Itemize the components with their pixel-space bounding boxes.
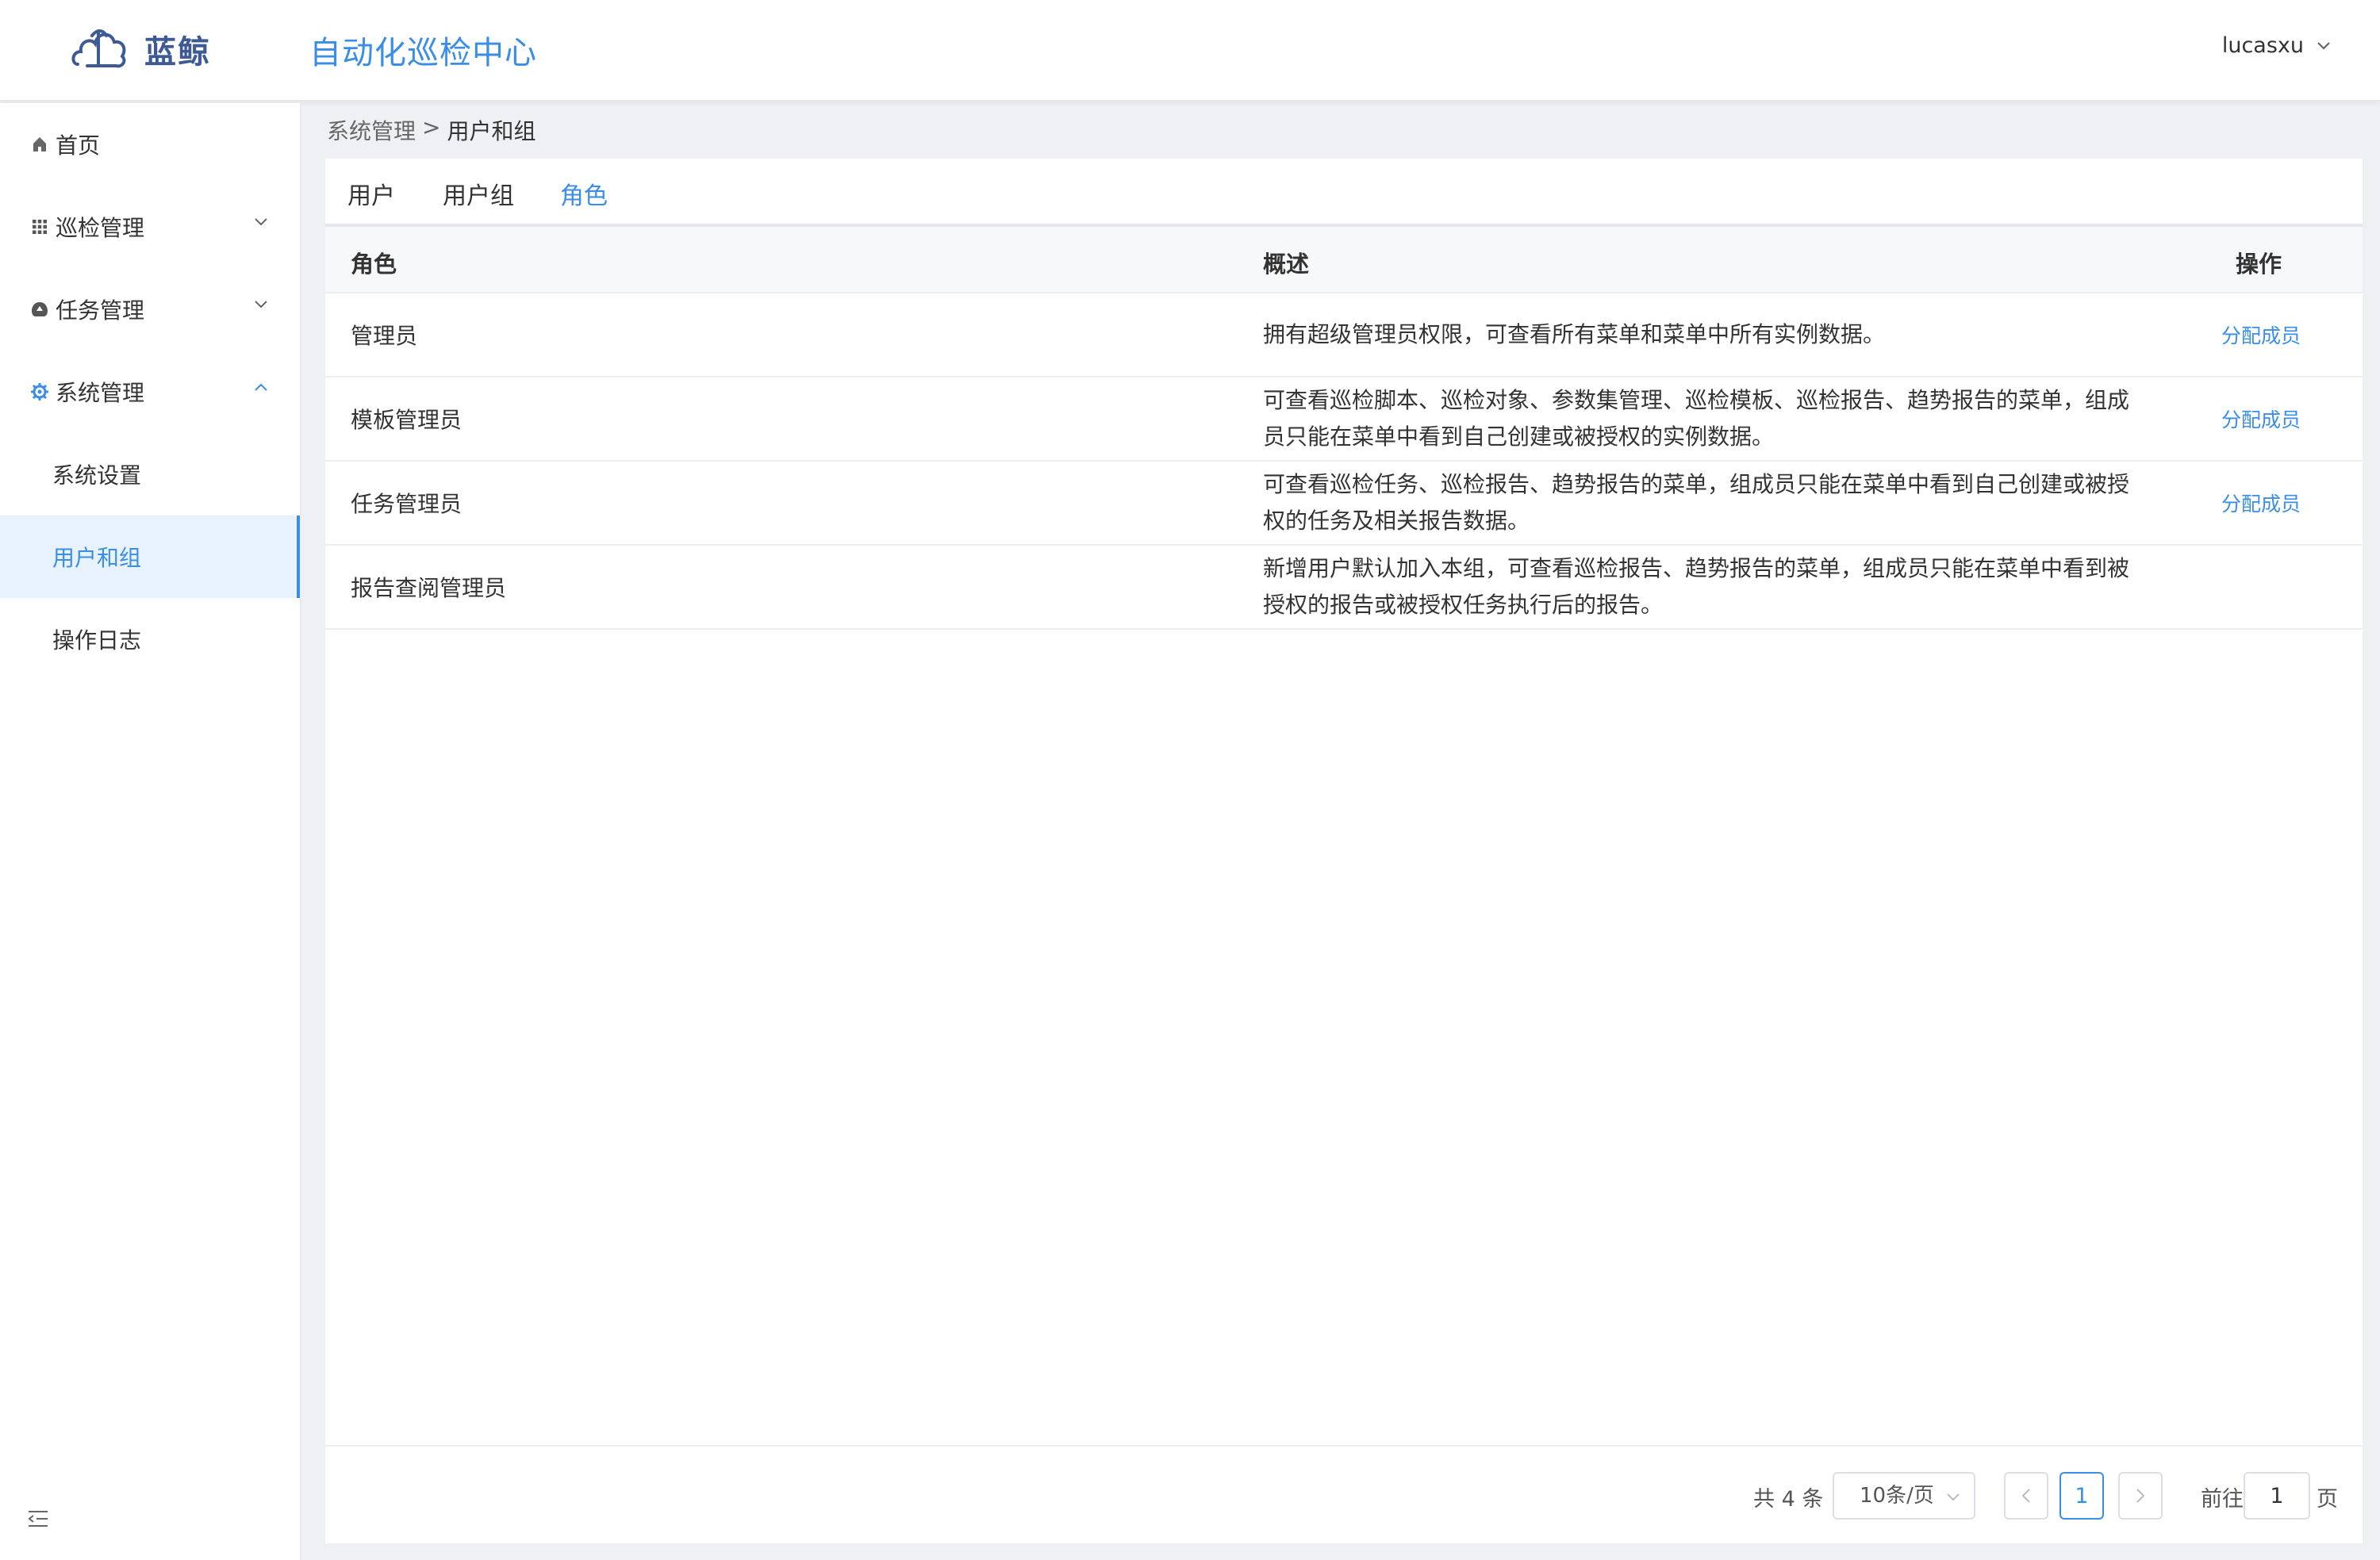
sidebar-collapse-button[interactable] [27,1509,49,1531]
sidebar: 首页 巡检管理 任务管理 系统管理 系统设置 用户和组 操作日志 [0,103,301,1560]
sidebar-item-inspection[interactable]: 巡检管理 [0,186,300,268]
chevron-right-icon [2136,1489,2145,1503]
task-icon [30,300,49,319]
chevron-down-icon [255,218,267,226]
page-unit-label: 页 [2317,1487,2338,1512]
chevron-down-icon [255,301,267,309]
breadcrumb-separator: > [422,114,441,140]
tab-users[interactable]: 用户 [347,176,395,230]
role-description: 可查看巡检脚本、巡检对象、参数集管理、巡检模板、巡检报告、趋势报告的菜单，组成员… [1263,387,2130,450]
role-name: 任务管理员 [351,491,463,517]
page-size-value: 10条/页 [1860,1484,1934,1508]
breadcrumb-current: 用户和组 [447,118,536,144]
pagination: 共 4 条 10条/页 1 前往 页 [325,1445,2363,1543]
collapse-menu-icon [28,1511,48,1527]
goto-page-input[interactable] [2244,1472,2310,1520]
username: lucasxu [2221,33,2304,58]
assign-members-link[interactable]: 分配成员 [2221,320,2301,349]
pagination-total: 共 4 条 [1753,1487,1824,1512]
app-title: 自动化巡检中心 [309,35,537,71]
breadcrumb-parent[interactable]: 系统管理 [327,114,416,146]
sidebar-subitem-operation-log[interactable]: 操作日志 [0,598,300,680]
column-header-description: 概述 [1263,251,1310,278]
next-page-button[interactable] [2118,1472,2163,1520]
tab-user-groups[interactable]: 用户组 [443,176,514,230]
role-name: 模板管理员 [351,407,463,433]
sidebar-item-label: 系统管理 [56,380,145,406]
goto-label: 前往 [2201,1487,2244,1512]
table-row: 报告查阅管理员 新增用户默认加入本组，可查看巡检报告、趋势报告的菜单，组成员只能… [325,546,2363,630]
sidebar-subitem-system-settings[interactable]: 系统设置 [0,433,300,516]
sidebar-item-label: 任务管理 [56,297,145,324]
sidebar-item-home[interactable]: 首页 [0,103,300,186]
sidebar-item-task[interactable]: 任务管理 [0,268,300,351]
chevron-up-icon [255,383,267,391]
prev-page-button[interactable] [2004,1472,2048,1520]
table-row: 管理员 拥有超级管理员权限，可查看所有菜单和菜单中所有实例数据。 分配成员 [325,293,2363,378]
role-description: 新增用户默认加入本组，可查看巡检报告、趋势报告的菜单，组成员只能在菜单中看到被授… [1263,555,2130,618]
sidebar-item-label: 巡检管理 [56,215,145,241]
chevron-down-icon [2317,41,2330,50]
gear-icon [30,382,49,401]
chevron-down-icon [1947,1493,1960,1501]
sidebar-subitem-label: 系统设置 [52,462,142,489]
roles-table: 角色 概述 操作 管理员 拥有超级管理员权限，可查看所有菜单和菜单中所有实例数据… [325,227,2363,630]
sidebar-item-label: 首页 [56,132,101,159]
sidebar-subitem-label: 用户和组 [52,545,142,571]
home-icon [30,135,49,154]
logo[interactable]: 蓝鲸 [70,17,211,81]
main-panel: 用户 用户组 角色 角色 概述 操作 管理员 拥有超级管理员权限，可查看所有菜单… [325,159,2363,1543]
role-name: 管理员 [351,323,418,349]
table-header: 角色 概述 操作 [325,227,2363,293]
role-description: 拥有超级管理员权限，可查看所有菜单和菜单中所有实例数据。 [1263,321,1886,347]
tab-bar: 用户 用户组 角色 [325,159,2363,233]
sidebar-subitem-users-groups[interactable]: 用户和组 [0,516,300,598]
grid-icon [30,217,49,236]
role-name: 报告查阅管理员 [351,575,507,601]
page-number-current[interactable]: 1 [2059,1472,2104,1520]
assign-members-link[interactable]: 分配成员 [2221,489,2301,517]
table-row: 模板管理员 可查看巡检脚本、巡检对象、参数集管理、巡检模板、巡检报告、趋势报告的… [325,378,2363,462]
role-description: 可查看巡检任务、巡检报告、趋势报告的菜单，组成员只能在菜单中看到自己创建或被授权… [1263,471,2130,534]
user-menu[interactable]: lucasxu [2222,33,2331,58]
breadcrumb: 系统管理 > 用户和组 [327,114,536,146]
page-size-select[interactable]: 10条/页 [1833,1472,1975,1520]
column-header-role: 角色 [351,251,397,278]
sidebar-subitem-label: 操作日志 [52,627,142,654]
bluewhale-logo-icon [71,29,126,68]
logo-text: 蓝鲸 [144,34,211,71]
tab-roles[interactable]: 角色 [560,176,608,233]
top-header: 蓝鲸 自动化巡检中心 lucasxu [0,0,2380,102]
chevron-left-icon [2021,1489,2030,1503]
column-header-action: 操作 [2236,251,2282,278]
assign-members-link[interactable]: 分配成员 [2221,404,2301,433]
table-row: 任务管理员 可查看巡检任务、巡检报告、趋势报告的菜单，组成员只能在菜单中看到自己… [325,462,2363,546]
sidebar-item-system[interactable]: 系统管理 [0,351,300,433]
